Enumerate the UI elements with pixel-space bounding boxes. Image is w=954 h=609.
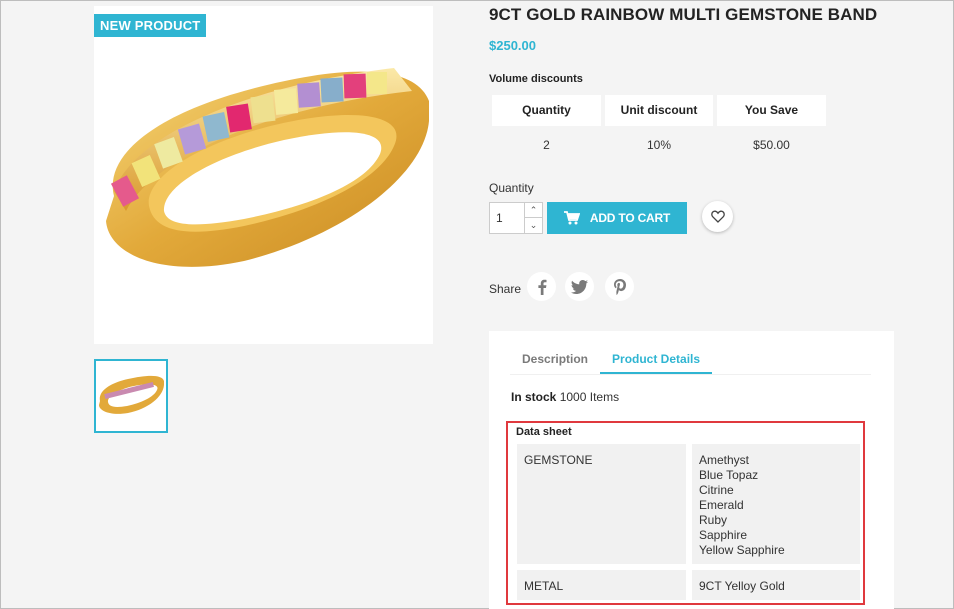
stock-status: In stock 1000 Items bbox=[511, 390, 619, 404]
product-main-image[interactable]: NEW PRODUCT bbox=[94, 6, 433, 344]
list-item: Citrine bbox=[699, 483, 734, 497]
quantity-arrows: ⌃ ⌄ bbox=[524, 203, 542, 233]
cell-you-save: $50.00 bbox=[753, 138, 790, 152]
list-item: Sapphire bbox=[699, 528, 748, 542]
share-facebook-button[interactable] bbox=[527, 272, 556, 301]
header-unit-discount: Unit discount bbox=[605, 95, 713, 126]
ring-thumbnail-image bbox=[99, 375, 164, 414]
product-title: 9CT GOLD RAINBOW MULTI GEMSTONE BAND bbox=[489, 5, 878, 24]
volume-discounts-header: Quantity Unit discount You Save bbox=[492, 95, 826, 126]
list-item: Blue Topaz bbox=[699, 468, 759, 482]
ring-image bbox=[106, 68, 429, 267]
product-tabs: Description Product Details bbox=[510, 345, 871, 375]
data-sheet-value-metal: 9CT Yelloy Gold bbox=[692, 570, 860, 600]
quantity-label: Quantity bbox=[489, 181, 534, 195]
heart-icon bbox=[710, 210, 725, 223]
share-label: Share bbox=[489, 282, 522, 296]
header-quantity: Quantity bbox=[492, 95, 601, 126]
wishlist-button[interactable] bbox=[702, 201, 733, 232]
quantity-stepper: ⌃ ⌄ bbox=[489, 202, 543, 234]
add-to-cart-label: ADD TO CART bbox=[589, 211, 671, 225]
new-product-badge: NEW PRODUCT bbox=[94, 14, 207, 37]
data-sheet-title: Data sheet bbox=[516, 426, 572, 438]
tab-product-details[interactable]: Product Details bbox=[600, 345, 713, 374]
table-row: 2 10% $50.00 bbox=[492, 130, 826, 161]
product-price: $250.00 bbox=[489, 38, 536, 53]
facebook-icon bbox=[537, 279, 546, 295]
data-sheet-name-gemstone: GEMSTONE bbox=[517, 444, 686, 564]
pinterest-icon bbox=[613, 278, 626, 295]
cell-unit-discount: 10% bbox=[646, 138, 672, 152]
tab-description[interactable]: Description bbox=[510, 345, 600, 374]
list-item: Amethyst bbox=[699, 453, 750, 467]
list-item: Yellow Sapphire bbox=[699, 543, 785, 557]
product-thumbnail[interactable] bbox=[94, 359, 168, 433]
list-item: Ruby bbox=[699, 513, 728, 527]
list-item: Emerald bbox=[699, 498, 744, 512]
product-tabs-panel: Description Product Details In stock 100… bbox=[489, 331, 894, 609]
twitter-icon bbox=[571, 279, 588, 294]
data-sheet-value-gemstone: Amethyst Blue Topaz Citrine Emerald Ruby… bbox=[692, 444, 860, 564]
cell-quantity: 2 bbox=[543, 138, 550, 152]
add-to-cart-button[interactable]: ADD TO CART bbox=[547, 202, 687, 234]
chevron-down-icon[interactable]: ⌄ bbox=[525, 218, 542, 233]
stock-label: In stock bbox=[511, 390, 557, 404]
share-twitter-button[interactable] bbox=[565, 272, 594, 301]
data-sheet-name-metal: METAL bbox=[517, 570, 686, 600]
shopping-cart-icon bbox=[563, 211, 580, 225]
volume-discounts-table: Quantity Unit discount You Save 2 10% $5… bbox=[492, 95, 826, 161]
volume-discounts-label: Volume discounts bbox=[489, 73, 583, 85]
header-you-save: You Save bbox=[717, 95, 826, 126]
share-pinterest-button[interactable] bbox=[605, 272, 634, 301]
chevron-up-icon[interactable]: ⌃ bbox=[525, 203, 542, 218]
stock-value: 1000 Items bbox=[559, 390, 620, 404]
quantity-input[interactable] bbox=[496, 211, 522, 225]
data-sheet: Data sheet GEMSTONE Amethyst Blue Topaz … bbox=[506, 421, 865, 605]
